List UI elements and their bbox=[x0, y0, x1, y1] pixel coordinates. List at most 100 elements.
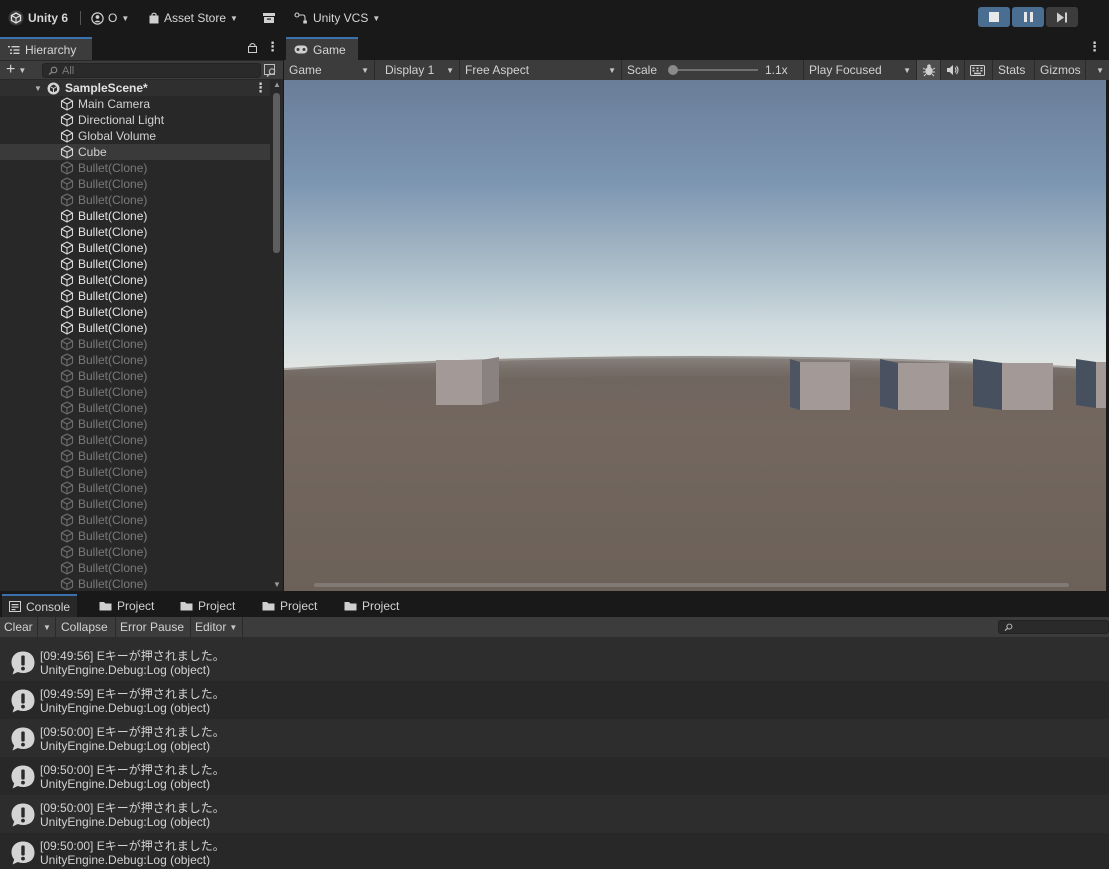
editor-target-dropdown[interactable]: Editor ▼ bbox=[191, 617, 243, 637]
hierarchy-item[interactable]: Bullet(Clone) bbox=[0, 160, 270, 176]
hierarchy-item[interactable]: Bullet(Clone) bbox=[0, 480, 270, 496]
app-label: Unity 6 bbox=[28, 11, 69, 25]
log-entry[interactable]: [09:50:00] Eキーが押されました。 UnityEngine.Debug:… bbox=[0, 833, 1109, 869]
log-time: [09:50:00] bbox=[40, 725, 94, 739]
scene-row[interactable]: ▼ SampleScene* ⋮ bbox=[0, 80, 270, 96]
log-entry[interactable]: [09:49:59] Eキーが押されました。 UnityEngine.Debug:… bbox=[0, 681, 1109, 719]
scale-slider[interactable] bbox=[668, 65, 758, 75]
asset-store-dropdown[interactable]: Asset Store ▼ bbox=[148, 8, 238, 28]
display-dropdown[interactable]: Display 1 ▼ bbox=[380, 60, 460, 80]
hierarchy-item-label: Main Camera bbox=[78, 97, 151, 111]
gameobject-cube-icon bbox=[60, 257, 74, 271]
tab-project[interactable]: Project bbox=[173, 594, 242, 617]
create-dropdown[interactable]: + ▼ bbox=[6, 61, 26, 79]
console-search-input[interactable] bbox=[998, 620, 1109, 634]
package-button[interactable] bbox=[262, 8, 276, 28]
aspect-dropdown[interactable]: Free Aspect ▼ bbox=[460, 60, 622, 80]
tab-project[interactable]: Project bbox=[337, 594, 406, 617]
log-entry[interactable]: [09:50:00] Eキーが押されました。 UnityEngine.Debug:… bbox=[0, 757, 1109, 795]
hierarchy-scrollbar[interactable]: ▲ ▼ bbox=[270, 80, 283, 591]
hierarchy-item[interactable]: Bullet(Clone) bbox=[0, 368, 270, 384]
unity-menu[interactable]: Unity 6 bbox=[8, 8, 68, 28]
tab-game[interactable]: Game bbox=[286, 37, 358, 60]
hierarchy-item[interactable]: Bullet(Clone) bbox=[0, 176, 270, 192]
tab-hierarchy[interactable]: Hierarchy bbox=[0, 37, 92, 60]
gameobject-cube-icon bbox=[60, 129, 74, 143]
play-mode-dropdown[interactable]: Play Focused ▼ bbox=[804, 60, 917, 80]
hierarchy-item[interactable]: Bullet(Clone) bbox=[0, 272, 270, 288]
hierarchy-item[interactable]: Bullet(Clone) bbox=[0, 560, 270, 576]
scene-name: SampleScene* bbox=[65, 81, 148, 95]
hierarchy-item[interactable]: Bullet(Clone) bbox=[0, 336, 270, 352]
hierarchy-item[interactable]: Main Camera bbox=[0, 96, 270, 112]
hierarchy-item[interactable]: Bullet(Clone) bbox=[0, 256, 270, 272]
hierarchy-item[interactable]: Bullet(Clone) bbox=[0, 512, 270, 528]
scrollbar-thumb[interactable] bbox=[273, 93, 280, 253]
hierarchy-item[interactable]: Global Volume bbox=[0, 128, 270, 144]
hierarchy-item[interactable]: Bullet(Clone) bbox=[0, 544, 270, 560]
hierarchy-item-label: Bullet(Clone) bbox=[78, 465, 148, 479]
version-control-dropdown[interactable]: Unity VCS ▼ bbox=[294, 8, 380, 28]
hierarchy-item[interactable]: Bullet(Clone) bbox=[0, 320, 270, 336]
hierarchy-item-label: Bullet(Clone) bbox=[78, 417, 148, 431]
hierarchy-item[interactable]: Bullet(Clone) bbox=[0, 224, 270, 240]
hierarchy-item[interactable]: Bullet(Clone) bbox=[0, 288, 270, 304]
step-button[interactable] bbox=[1046, 7, 1078, 27]
tab-label: Project bbox=[362, 598, 400, 613]
tab-project[interactable]: Project bbox=[92, 594, 161, 617]
chevron-down-icon: ▼ bbox=[608, 65, 616, 75]
hierarchy-search-input[interactable]: All bbox=[42, 63, 261, 78]
more-options-icon[interactable]: ⋮ bbox=[1088, 39, 1101, 55]
console-panel: Console Project Project Project Project Clea… bbox=[0, 593, 1109, 869]
log-entry[interactable]: [09:49:56] Eキーが押されました。 UnityEngine.Debug:… bbox=[0, 643, 1109, 681]
log-entry[interactable]: [09:50:00] Eキーが押されました。 UnityEngine.Debug:… bbox=[0, 719, 1109, 757]
hierarchy-item[interactable]: Bullet(Clone) bbox=[0, 240, 270, 256]
shortcuts-button[interactable] bbox=[965, 60, 993, 80]
hierarchy-item[interactable]: Bullet(Clone) bbox=[0, 464, 270, 480]
more-options-icon[interactable]: ⋮ bbox=[266, 39, 279, 55]
hierarchy-item[interactable]: Directional Light bbox=[0, 112, 270, 128]
stats-button[interactable]: Stats bbox=[993, 60, 1035, 80]
view-mode-dropdown[interactable]: Game ▼ bbox=[284, 60, 375, 80]
mute-audio-button[interactable] bbox=[941, 60, 965, 80]
game-viewport[interactable] bbox=[284, 80, 1106, 591]
chevron-down-icon[interactable]: ▼ bbox=[43, 623, 51, 632]
pause-button[interactable] bbox=[1012, 7, 1044, 27]
log-message-line: [09:50:00] Eキーが押されました。 bbox=[40, 799, 225, 816]
hierarchy-tab-label: Hierarchy bbox=[25, 42, 77, 57]
hierarchy-item[interactable]: Bullet(Clone) bbox=[0, 448, 270, 464]
gizmos-dropdown[interactable]: Gizmos ▼ bbox=[1035, 60, 1109, 80]
log-entry[interactable]: [09:50:00] Eキーが押されました。 UnityEngine.Debug:… bbox=[0, 795, 1109, 833]
more-options-icon[interactable]: ⋮ bbox=[254, 80, 267, 96]
collapse-toggle[interactable]: Collapse bbox=[57, 617, 116, 637]
hierarchy-item[interactable]: Bullet(Clone) bbox=[0, 432, 270, 448]
error-pause-toggle[interactable]: Error Pause bbox=[116, 617, 191, 637]
hierarchy-item[interactable]: Bullet(Clone) bbox=[0, 352, 270, 368]
hierarchy-item[interactable]: Bullet(Clone) bbox=[0, 400, 270, 416]
clear-button[interactable]: Clear ▼ bbox=[0, 617, 56, 637]
scroll-up-arrow-icon[interactable]: ▲ bbox=[273, 80, 281, 89]
gameobject-cube-icon bbox=[60, 401, 74, 415]
hierarchy-item[interactable]: Bullet(Clone) bbox=[0, 192, 270, 208]
search-filter-icon[interactable] bbox=[264, 64, 278, 77]
hierarchy-item[interactable]: Bullet(Clone) bbox=[0, 528, 270, 544]
lock-icon[interactable] bbox=[248, 42, 257, 53]
tab-project[interactable]: Project bbox=[255, 594, 324, 617]
hierarchy-item-label: Bullet(Clone) bbox=[78, 177, 148, 191]
frame-debugger-button[interactable] bbox=[917, 60, 941, 80]
hierarchy-item[interactable]: Bullet(Clone) bbox=[0, 496, 270, 512]
hierarchy-item[interactable]: Cube bbox=[0, 144, 270, 160]
vcs-label: Unity VCS bbox=[313, 11, 369, 25]
hierarchy-item[interactable]: Bullet(Clone) bbox=[0, 416, 270, 432]
expand-arrow-icon[interactable]: ▼ bbox=[34, 84, 42, 93]
hierarchy-item[interactable]: Bullet(Clone) bbox=[0, 576, 270, 590]
account-dropdown[interactable]: O ▼ bbox=[91, 8, 129, 28]
scale-slider-handle[interactable] bbox=[668, 65, 678, 75]
hierarchy-item[interactable]: Bullet(Clone) bbox=[0, 304, 270, 320]
hierarchy-item[interactable]: Bullet(Clone) bbox=[0, 208, 270, 224]
view-mode-label: Game bbox=[289, 63, 322, 77]
tab-console[interactable]: Console bbox=[2, 594, 78, 617]
scroll-down-arrow-icon[interactable]: ▼ bbox=[273, 580, 281, 589]
stop-play-button[interactable] bbox=[978, 7, 1010, 27]
hierarchy-item[interactable]: Bullet(Clone) bbox=[0, 384, 270, 400]
